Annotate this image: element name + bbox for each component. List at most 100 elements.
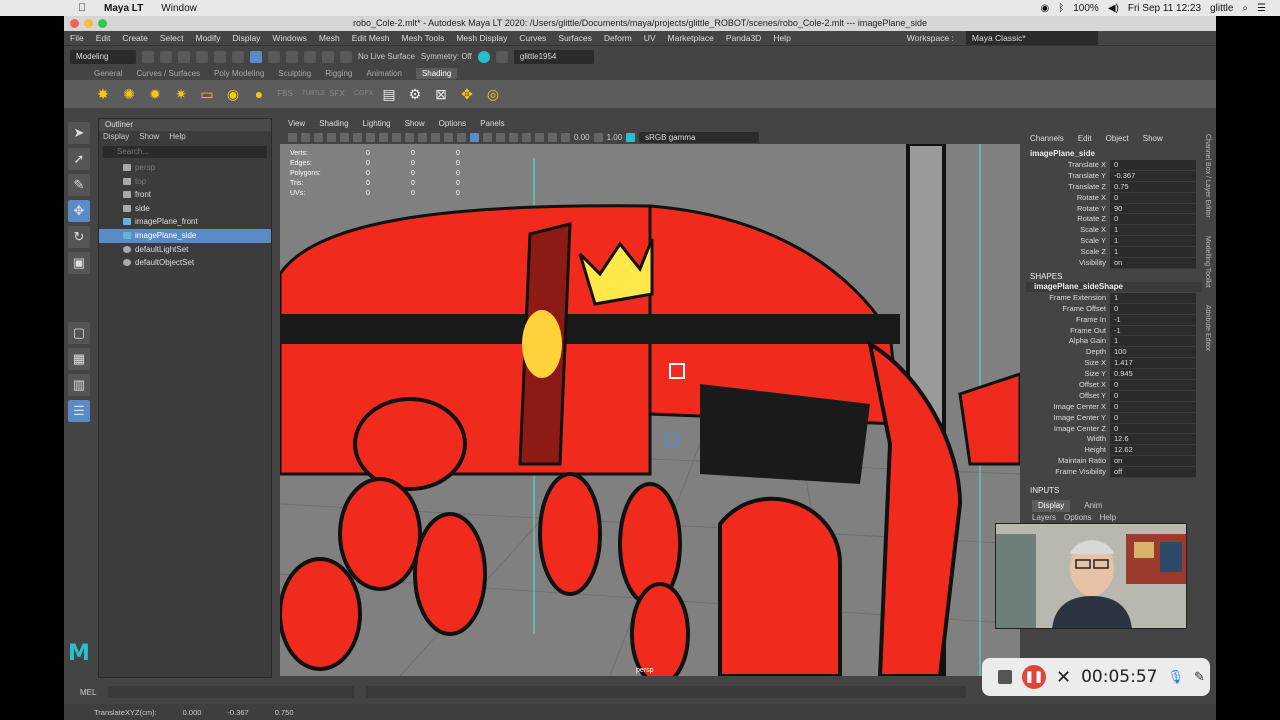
shelf-tab-rigging[interactable]: Rigging bbox=[325, 69, 352, 78]
menu-curves[interactable]: Curves bbox=[519, 33, 546, 43]
menu-display[interactable]: Display bbox=[233, 33, 261, 43]
attr-size-x[interactable]: Size X 1.417 bbox=[1026, 358, 1202, 370]
mac-menu-window[interactable]: Window bbox=[161, 3, 197, 14]
attr-height[interactable]: Height 12.62 bbox=[1026, 445, 1202, 457]
textured-icon[interactable] bbox=[457, 132, 466, 142]
minimize-window-icon[interactable] bbox=[84, 19, 93, 28]
safe-title-icon[interactable] bbox=[405, 132, 414, 142]
attr-translate-y[interactable]: Translate Y -0.367 bbox=[1026, 170, 1202, 182]
cb-menu-show[interactable]: Show bbox=[1143, 134, 1163, 146]
menu-file[interactable]: File bbox=[70, 33, 84, 43]
shelf-tab-curves[interactable]: Curves / Surfaces bbox=[136, 69, 200, 78]
vp-menu-options[interactable]: Options bbox=[439, 118, 467, 130]
snap-grid-icon[interactable] bbox=[286, 50, 298, 63]
cb-object-name[interactable]: imagePlane_side bbox=[1026, 149, 1202, 158]
new-scene-icon[interactable] bbox=[142, 50, 154, 63]
select-hierarchy-icon[interactable] bbox=[232, 50, 244, 63]
live-surface-label[interactable]: No Live Surface bbox=[358, 52, 415, 61]
snap-surface-icon[interactable] bbox=[340, 50, 352, 63]
save-scene-icon[interactable] bbox=[178, 50, 190, 63]
tab-channel-box-layer-editor[interactable]: Channel Box / Layer Editor bbox=[1204, 134, 1211, 218]
bookmark-icon[interactable] bbox=[301, 132, 310, 142]
resolution-gate-icon[interactable] bbox=[353, 132, 362, 142]
batch-render-icon[interactable]: ⊠ bbox=[432, 85, 450, 103]
ipr-pause-icon[interactable] bbox=[495, 50, 508, 63]
outliner-item-side[interactable]: side bbox=[99, 202, 271, 216]
tab-attribute-editor[interactable]: Attribute Editor bbox=[1204, 305, 1211, 351]
attr-frame-visibility[interactable]: Frame Visibility off bbox=[1026, 467, 1202, 479]
exposure-value[interactable]: 0.00 bbox=[574, 133, 590, 142]
shelf-tab-shading[interactable]: Shading bbox=[415, 68, 458, 79]
render-settings-icon[interactable]: ⚙ bbox=[406, 85, 424, 103]
attr-image-center-y[interactable]: Image Center Y0 bbox=[1026, 412, 1202, 424]
wireframe-on-shaded-icon[interactable] bbox=[444, 132, 453, 142]
sfx-icon[interactable]: SFX bbox=[328, 85, 346, 103]
menu-deform[interactable]: Deform bbox=[604, 33, 632, 43]
gate-mask-icon[interactable] bbox=[366, 132, 375, 142]
uv-editor-icon[interactable]: ✥ bbox=[458, 85, 476, 103]
select-component-icon[interactable] bbox=[268, 50, 280, 63]
volume-icon[interactable]: ◀) bbox=[1108, 3, 1119, 14]
two-pane-layout-icon[interactable]: ▥ bbox=[68, 374, 90, 396]
material-icon[interactable]: ● bbox=[250, 85, 268, 103]
vp-menu-lighting[interactable]: Lighting bbox=[363, 118, 391, 130]
attr-frame-extension[interactable]: Frame Extension 1 bbox=[1026, 292, 1202, 304]
snap-point-icon[interactable] bbox=[322, 50, 334, 63]
attr-scale-z[interactable]: Scale Z1 bbox=[1026, 247, 1202, 259]
color-management-icon[interactable] bbox=[626, 132, 636, 142]
camera-attributes-icon[interactable] bbox=[288, 132, 297, 142]
cb-menu-channels[interactable]: Channels bbox=[1030, 134, 1064, 146]
gamma-icon[interactable] bbox=[593, 132, 603, 142]
image-plane-toggle-icon[interactable] bbox=[314, 132, 323, 142]
attr-frame-offset[interactable]: Frame Offset 0 bbox=[1026, 303, 1202, 315]
command-language-label[interactable]: MEL bbox=[80, 688, 96, 697]
notification-icon[interactable]: ☰ bbox=[1257, 3, 1266, 14]
lasso-tool-icon[interactable]: ➚ bbox=[68, 148, 90, 170]
field-chart-icon[interactable] bbox=[379, 132, 388, 142]
spotlight-icon[interactable]: ⌕ bbox=[1242, 3, 1248, 14]
isolate-select-icon[interactable] bbox=[509, 132, 518, 142]
redo-icon[interactable] bbox=[214, 50, 226, 63]
vp-menu-panels[interactable]: Panels bbox=[480, 118, 504, 130]
gamma-value[interactable]: 1.00 bbox=[607, 133, 623, 142]
shelf-tab-sculpting[interactable]: Sculpting bbox=[278, 69, 311, 78]
viewport-panel[interactable]: View Shading Lighting Show Options Panel… bbox=[280, 118, 1020, 676]
menu-modify[interactable]: Modify bbox=[196, 33, 221, 43]
command-input[interactable] bbox=[108, 686, 355, 698]
zoom-window-icon[interactable] bbox=[98, 19, 107, 28]
outliner-item-imageplane-side[interactable]: imagePlane_side bbox=[99, 228, 271, 243]
menu-mesh[interactable]: Mesh bbox=[319, 33, 340, 43]
shelf-tab-poly[interactable]: Poly Modeling bbox=[214, 69, 264, 78]
spot-light-icon[interactable]: ✷ bbox=[172, 85, 190, 103]
wireframe-icon[interactable] bbox=[418, 132, 427, 142]
select-object-icon[interactable] bbox=[250, 50, 262, 63]
film-gate-icon[interactable] bbox=[340, 132, 349, 142]
render-icon[interactable] bbox=[477, 50, 490, 63]
vp-menu-view[interactable]: View bbox=[288, 118, 305, 130]
depth-of-field-icon[interactable] bbox=[548, 132, 557, 142]
mac-app-name[interactable]: Maya LT bbox=[104, 3, 143, 14]
user-account-dropdown[interactable]: glittle1954 bbox=[513, 49, 594, 64]
menu-mesh-tools[interactable]: Mesh Tools bbox=[402, 33, 445, 43]
turtle-icon[interactable]: TURTLE bbox=[302, 85, 325, 103]
scene-canvas[interactable]: persp bbox=[280, 144, 1020, 676]
undo-icon[interactable] bbox=[196, 50, 208, 63]
menu-edit[interactable]: Edit bbox=[96, 33, 111, 43]
outliner-item-top[interactable]: top bbox=[99, 175, 271, 189]
attr-scale-y[interactable]: Scale Y1 bbox=[1026, 236, 1202, 248]
move-tool-icon[interactable]: ✥ bbox=[68, 200, 90, 222]
shadows-icon[interactable] bbox=[483, 132, 492, 142]
attr-alpha-gain[interactable]: Alpha Gain 1 bbox=[1026, 336, 1202, 348]
outliner-item-front[interactable]: front bbox=[99, 188, 271, 202]
layer-tab-anim[interactable]: Anim bbox=[1084, 500, 1102, 512]
attr-translate-x[interactable]: Translate X0 bbox=[1026, 160, 1202, 171]
snap-curve-icon[interactable] bbox=[304, 50, 316, 63]
tab-modelling-toolkit[interactable]: Modelling Toolkit bbox=[1204, 236, 1211, 288]
attr-rotate-x[interactable]: Rotate X0 bbox=[1026, 192, 1202, 204]
outliner-layout-icon[interactable]: ☰ bbox=[68, 400, 90, 422]
color-space-dropdown[interactable]: sRGB gamma bbox=[639, 131, 760, 143]
mac-clock[interactable]: Fri Sep 11 12:23 bbox=[1128, 3, 1201, 14]
attr-maintain-ratio[interactable]: Maintain Ratio on bbox=[1026, 456, 1202, 468]
menu-windows[interactable]: Windows bbox=[272, 33, 306, 43]
annotate-pen-icon[interactable]: ✎ bbox=[1194, 669, 1205, 685]
